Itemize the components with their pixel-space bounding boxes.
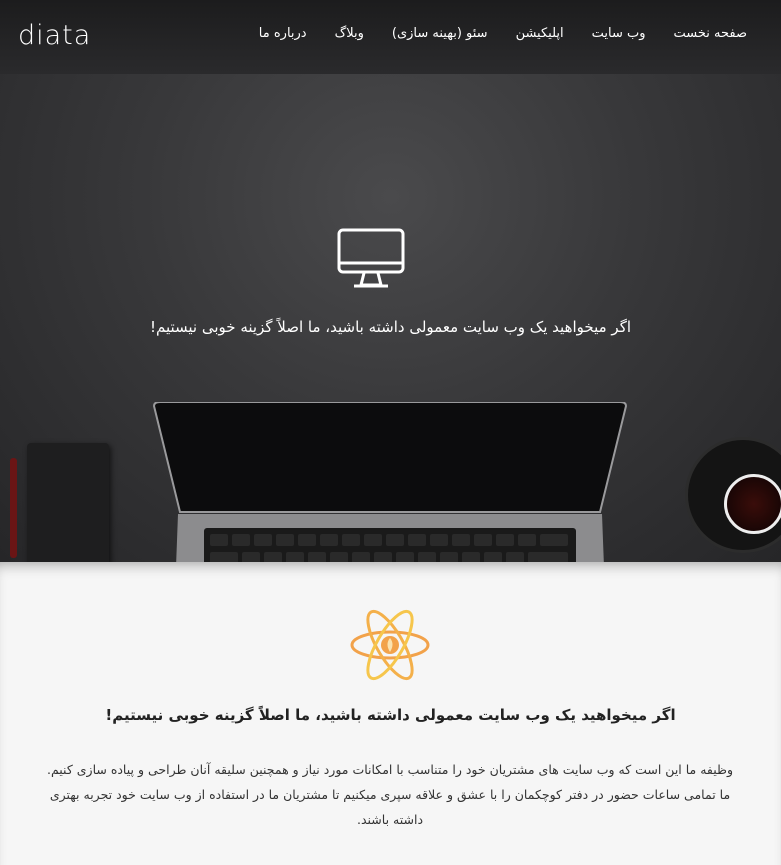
nav-item-home[interactable]: صفحه نخست bbox=[674, 26, 747, 41]
hero-heading: اگر میخواهید یک وب سایت معمولی داشته باش… bbox=[149, 318, 632, 336]
nav-item-seo[interactable]: سئو (بهینه سازی) bbox=[392, 26, 488, 41]
intro-title: اگر میخواهید یک وب سایت معمولی داشته باش… bbox=[105, 706, 676, 724]
coffee-cup-decoration bbox=[688, 440, 781, 550]
intro-paragraph: وظیفه ما این است که وب سایت های مشتریان … bbox=[46, 762, 734, 827]
pen-decoration bbox=[10, 458, 17, 558]
atom-icon bbox=[350, 609, 430, 681]
nav-item-application[interactable]: اپلیکیشن bbox=[516, 26, 564, 41]
nav-item-website[interactable]: وب سایت bbox=[592, 26, 646, 41]
top-navigation-bar: diata صفحه نخست وب سایت اپلیکیشن سئو (به… bbox=[0, 0, 781, 74]
logo[interactable]: diata bbox=[18, 20, 91, 51]
hero-section: diata صفحه نخست وب سایت اپلیکیشن سئو (به… bbox=[0, 0, 781, 562]
desktop-monitor-icon bbox=[337, 228, 405, 288]
main-nav: صفحه نخست وب سایت اپلیکیشن سئو (بهینه سا… bbox=[259, 26, 747, 41]
notebook-decoration bbox=[27, 443, 109, 562]
nav-item-about[interactable]: درباره ما bbox=[259, 26, 307, 41]
nav-item-blog[interactable]: وبلاگ bbox=[335, 26, 364, 41]
laptop-decoration bbox=[152, 402, 628, 562]
